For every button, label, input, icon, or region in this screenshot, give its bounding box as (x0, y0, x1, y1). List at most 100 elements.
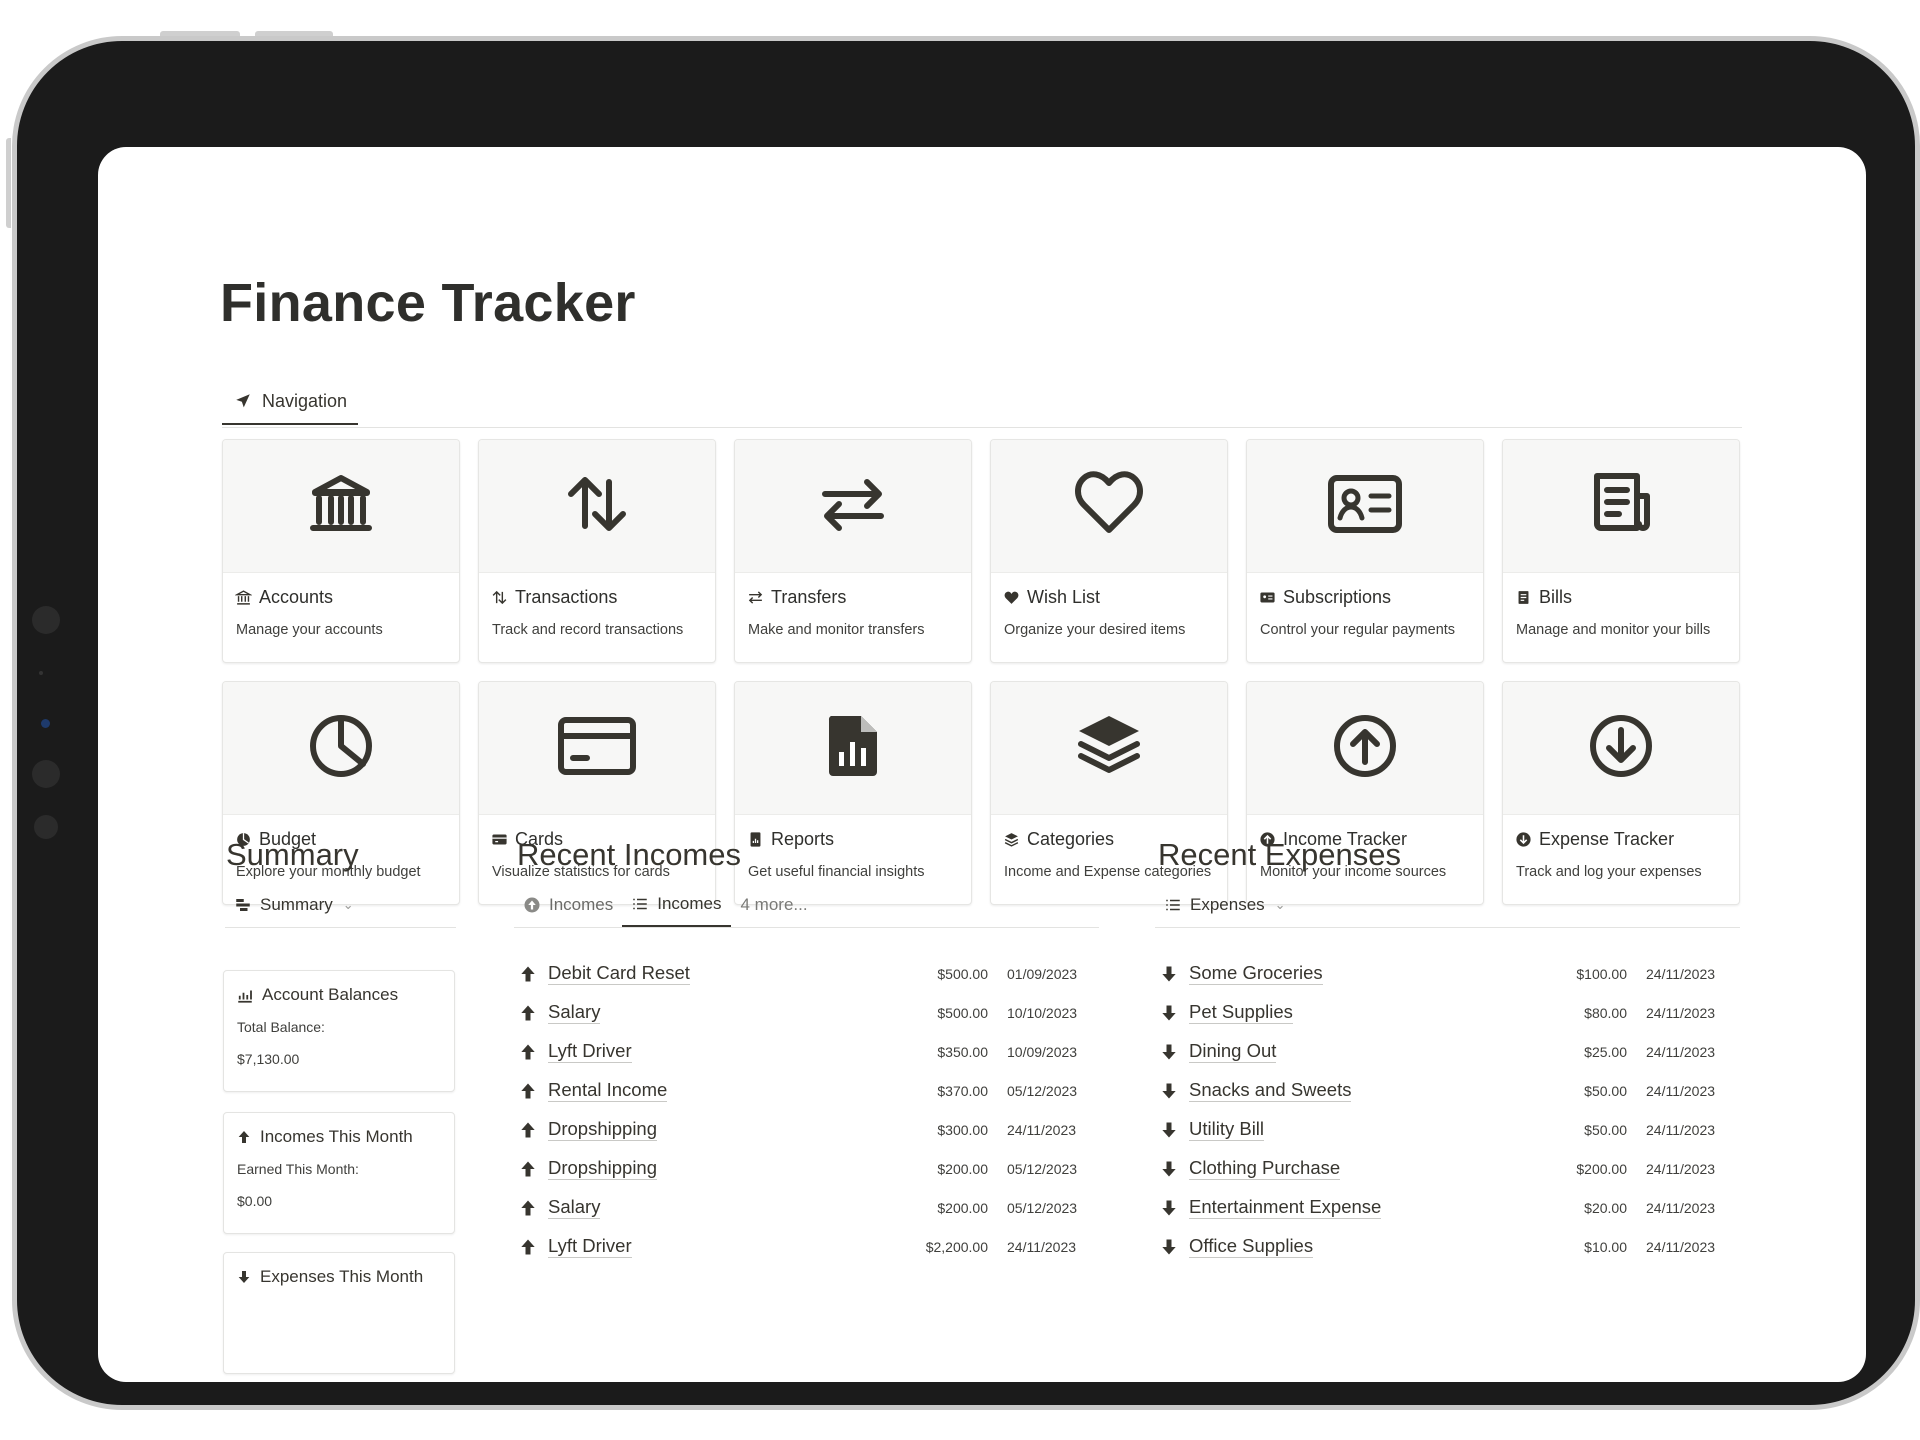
list-item[interactable]: Lyft Driver $350.00 10/09/2023 (514, 1032, 1099, 1071)
card-cover (479, 440, 715, 573)
item-name: Lyft Driver (548, 1235, 632, 1258)
arrow-down-icon (1162, 966, 1176, 981)
summary-card-expenses-this-month[interactable]: Expenses This Month (223, 1252, 455, 1374)
card-title-text: Expense Tracker (1539, 829, 1675, 849)
list-item[interactable]: Entertainment Expense $20.00 24/11/2023 (1155, 1188, 1740, 1227)
item-amount: $50.00 (1584, 1121, 1627, 1138)
id-card-icon (1325, 464, 1405, 549)
list-item[interactable]: Debit Card Reset $500.00 01/09/2023 (514, 954, 1099, 993)
navigation-arrow-icon (236, 394, 250, 408)
item-name: Dropshipping (548, 1118, 658, 1141)
item-name: Lyft Driver (548, 1040, 632, 1063)
recent-expenses-list: Some Groceries $100.00 24/11/2023 Pet Su… (1155, 954, 1740, 1266)
tablet-frame: Finance Tracker Navigation Accounts Mana… (12, 36, 1920, 1410)
arrow-down-circle-icon (1515, 831, 1532, 848)
item-name: Salary (548, 1001, 601, 1024)
item-amount: $350.00 (937, 1043, 988, 1060)
list-item[interactable]: Salary $200.00 05/12/2023 (514, 1188, 1099, 1227)
arrows-left-right-icon (747, 589, 764, 606)
list-item[interactable]: Dropshipping $200.00 05/12/2023 (514, 1149, 1099, 1188)
list-icon (1166, 899, 1180, 911)
heart-icon (1003, 589, 1020, 606)
expenses-view-select[interactable]: Expenses ⌄ (1155, 883, 1295, 927)
list-item[interactable]: Lyft Driver $2,200.00 24/11/2023 (514, 1227, 1099, 1266)
layers-icon (1069, 706, 1149, 791)
nav-card-subscriptions[interactable]: Subscriptions Control your regular payme… (1246, 439, 1484, 663)
item-date: 24/11/2023 (1646, 1004, 1716, 1021)
card-cover (1247, 682, 1483, 815)
arrow-up-icon (521, 966, 535, 981)
recent-expenses-heading: Recent Expenses (1158, 837, 1401, 872)
device-side-button (6, 138, 11, 228)
arrow-up-icon (521, 1044, 535, 1059)
card-description: Manage your accounts (236, 622, 383, 638)
sensor (32, 606, 60, 634)
nav-card-accounts[interactable]: Accounts Manage your accounts (222, 439, 460, 663)
summary-card-label: Total Balance: (237, 1019, 325, 1035)
item-name: Office Supplies (1189, 1235, 1314, 1258)
item-date: 24/11/2023 (1646, 1082, 1716, 1099)
list-item[interactable]: Clothing Purchase $200.00 24/11/2023 (1155, 1149, 1740, 1188)
arrow-down-icon (1162, 1122, 1176, 1137)
nav-card-bills[interactable]: Bills Manage and monitor your bills (1502, 439, 1740, 663)
item-name: Utility Bill (1189, 1118, 1265, 1141)
summary-card-incomes-this-month[interactable]: Incomes This Month Earned This Month: $0… (223, 1112, 455, 1234)
list-item[interactable]: Salary $500.00 10/10/2023 (514, 993, 1099, 1032)
item-amount: $2,200.00 (925, 1238, 988, 1255)
item-date: 05/12/2023 (1007, 1082, 1078, 1099)
tab-label: Incomes (657, 894, 722, 913)
nav-card-reports[interactable]: Reports Get useful financial insights (734, 681, 972, 905)
summary-view-select[interactable]: Summary ⌄ (225, 883, 363, 927)
item-name: Rental Income (548, 1079, 668, 1102)
list-item[interactable]: Snacks and Sweets $50.00 24/11/2023 (1155, 1071, 1740, 1110)
arrow-up-icon (521, 1239, 535, 1254)
item-name: Salary (548, 1196, 601, 1219)
nav-card-wish-list[interactable]: Wish List Organize your desired items (990, 439, 1228, 663)
arrow-down-icon (238, 1271, 250, 1283)
list-item[interactable]: Pet Supplies $80.00 24/11/2023 (1155, 993, 1740, 1032)
list-item[interactable]: Some Groceries $100.00 24/11/2023 (1155, 954, 1740, 993)
item-name: Pet Supplies (1189, 1001, 1293, 1024)
arrow-up-circle-icon (1325, 706, 1405, 791)
arrows-left-right-icon (813, 464, 893, 549)
list-item[interactable]: Rental Income $370.00 05/12/2023 (514, 1071, 1099, 1110)
card-description: Control your regular payments (1260, 622, 1456, 638)
card-cover (735, 440, 971, 573)
item-date: 24/11/2023 (1646, 1043, 1716, 1060)
item-name: Entertainment Expense (1189, 1196, 1382, 1219)
list-item[interactable]: Office Supplies $10.00 24/11/2023 (1155, 1227, 1740, 1266)
list-item[interactable]: Dropshipping $300.00 24/11/2023 (514, 1110, 1099, 1149)
tab-navigation[interactable]: Navigation (222, 379, 358, 425)
arrow-up-icon (238, 1131, 250, 1143)
nav-card-transfers[interactable]: Transfers Make and monitor transfers (734, 439, 972, 663)
item-date: 24/11/2023 (1646, 1121, 1716, 1138)
card-title-text: Subscriptions (1283, 587, 1392, 607)
tab-incomes-list[interactable]: Incomes (622, 883, 731, 927)
summary-card-value: $7,130.00 (237, 1051, 300, 1067)
card-title: Accounts (235, 587, 459, 608)
item-date: 24/11/2023 (1646, 1160, 1716, 1177)
more-views-link[interactable]: 4 more... (731, 895, 808, 915)
summary-card-value: $0.00 (237, 1193, 273, 1209)
item-amount: $25.00 (1584, 1043, 1627, 1060)
summary-card-title: Incomes This Month (260, 1127, 413, 1146)
nav-card-expense-tracker[interactable]: Expense Tracker Track and log your expen… (1502, 681, 1740, 905)
list-item[interactable]: Dining Out $25.00 24/11/2023 (1155, 1032, 1740, 1071)
tab-incomes-gallery[interactable]: Incomes (514, 883, 622, 927)
pie-chart-icon (301, 706, 381, 791)
card-cover (991, 682, 1227, 815)
item-date: 24/11/2023 (1646, 1238, 1716, 1255)
bar-chart-icon (238, 990, 252, 1003)
item-date: 05/12/2023 (1007, 1160, 1078, 1177)
item-amount: $50.00 (1584, 1082, 1627, 1099)
arrow-up-circle-icon (524, 897, 540, 913)
layers-icon (1003, 831, 1020, 848)
list-item[interactable]: Utility Bill $50.00 24/11/2023 (1155, 1110, 1740, 1149)
item-amount: $200.00 (937, 1199, 988, 1216)
expenses-tabbar: Expenses ⌄ (1155, 883, 1740, 928)
nav-card-transactions[interactable]: Transactions Track and record transactio… (478, 439, 716, 663)
item-date: 10/09/2023 (1007, 1043, 1078, 1060)
summary-card-account-balances[interactable]: Account Balances Total Balance: $7,130.0… (223, 970, 455, 1092)
app-screen: Finance Tracker Navigation Accounts Mana… (98, 147, 1866, 1382)
card-title-text: Reports (771, 829, 835, 849)
